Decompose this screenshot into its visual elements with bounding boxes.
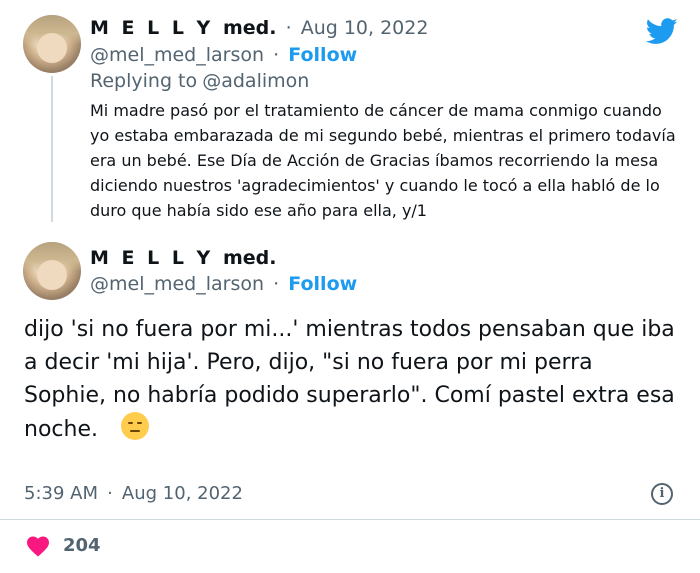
tweet1-header: M E L L Y med. · Aug 10, 2022 (90, 15, 428, 41)
replying-handle[interactable]: @adalimon (202, 70, 309, 92)
follow-button[interactable]: Follow (288, 44, 357, 66)
user-handle[interactable]: @mel_med_larson (90, 44, 264, 66)
avatar[interactable] (23, 242, 81, 300)
tweet-date[interactable]: Aug 10, 2022 (301, 17, 429, 39)
divider (0, 519, 700, 520)
user-handle[interactable]: @mel_med_larson (90, 273, 264, 295)
handle-dot: · (273, 44, 280, 66)
expressionless-face-icon (120, 412, 149, 440)
tweet-time[interactable]: 5:39 AM (24, 483, 98, 504)
tweet2-header: M E L L Y med. (90, 245, 276, 271)
thread-connector-line (51, 76, 53, 222)
tweet1-handle-row: @mel_med_larson · Follow (90, 42, 357, 68)
tweet-date[interactable]: Aug 10, 2022 (122, 483, 243, 504)
header-dot: · (285, 17, 292, 39)
timestamp-dot: · (107, 483, 113, 504)
tweet1-text: Mi madre pasó por el tratamiento de cánc… (90, 101, 676, 220)
tweet2-text: dijo 'si no fuera por mi...' mientras to… (24, 313, 680, 446)
twitter-bird-icon[interactable] (646, 18, 678, 45)
display-name[interactable]: M E L L Y med. (90, 247, 276, 269)
handle-dot: · (273, 273, 280, 295)
info-icon[interactable]: i (651, 483, 673, 505)
avatar[interactable] (23, 15, 81, 73)
tweet2-handle-row: @mel_med_larson · Follow (90, 271, 357, 297)
display-name[interactable]: M E L L Y med. (90, 17, 276, 39)
follow-button[interactable]: Follow (288, 273, 357, 295)
replying-prefix: Replying to (90, 70, 198, 92)
replying-to: Replying to @adalimon (90, 68, 309, 94)
heart-icon[interactable] (26, 535, 50, 557)
tweet-timestamp: 5:39 AM · Aug 10, 2022 (24, 482, 243, 506)
like-count[interactable]: 204 (63, 534, 101, 558)
